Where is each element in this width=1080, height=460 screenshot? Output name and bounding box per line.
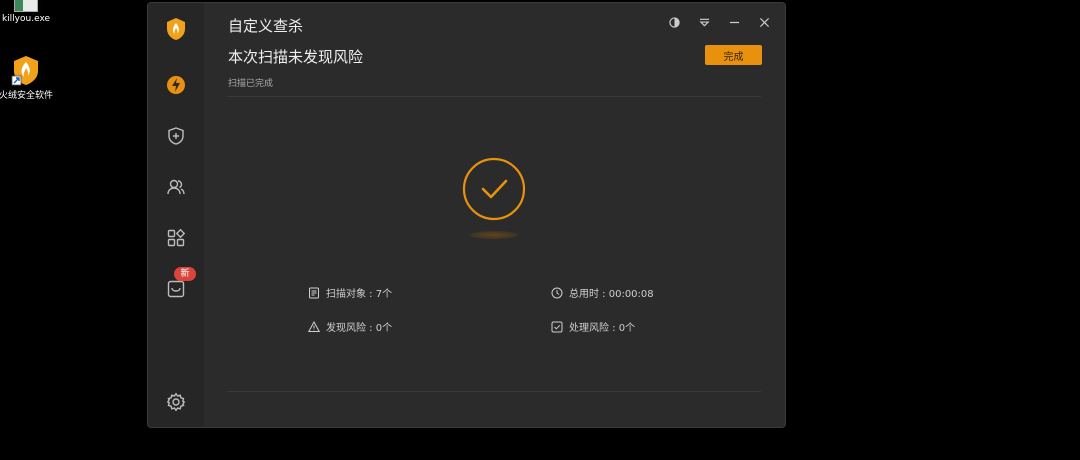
stat-label: 扫描对象 : 7个 xyxy=(326,289,393,300)
stat-label: 发现风险 : 0个 xyxy=(326,323,393,334)
clock-icon xyxy=(551,287,563,298)
divider xyxy=(228,96,761,97)
check-shadow xyxy=(470,231,518,239)
stat-scan-objects: 扫描对象 : 7个 xyxy=(308,285,392,300)
checkbox-icon xyxy=(551,321,563,332)
apps-icon[interactable] xyxy=(164,226,188,250)
app-window: 新 自定义查杀 本次扫描未发现风险 完成 扫描已完成 扫描对象: 7个 总用时… xyxy=(147,2,786,428)
logo-icon xyxy=(164,17,188,41)
huorong-app-icon xyxy=(11,54,41,86)
window-title: 自定义查杀 xyxy=(228,17,304,35)
sidebar: 新 xyxy=(148,3,204,427)
window-controls xyxy=(667,15,771,29)
desktop-icon-huorong[interactable]: 火绒安全软件 xyxy=(0,54,58,101)
theme-toggle-icon[interactable] xyxy=(667,15,681,29)
gear-icon[interactable] xyxy=(164,390,188,414)
scan-status: 扫描已完成 xyxy=(228,79,274,89)
close-icon[interactable] xyxy=(757,15,771,29)
shield-plus-icon[interactable] xyxy=(164,124,188,148)
warning-icon xyxy=(308,320,320,332)
desktop-icon-killyou[interactable]: killyou.exe xyxy=(0,0,58,24)
users-icon[interactable] xyxy=(164,175,188,199)
success-check-icon xyxy=(461,156,527,222)
stat-risks-handled: 处理风险 : 0个 xyxy=(551,319,635,334)
result-headline: 本次扫描未发现风险 xyxy=(228,48,364,66)
exe-file-icon xyxy=(14,0,38,12)
stat-total-time: 总用时 : 00:00:08 xyxy=(551,285,654,300)
main-panel: 自定义查杀 本次扫描未发现风险 完成 扫描已完成 扫描对象: 7个 总用时:… xyxy=(204,3,785,427)
done-button[interactable]: 完成 xyxy=(705,45,762,65)
minimize-icon[interactable] xyxy=(727,15,741,29)
bottom-divider xyxy=(228,391,761,392)
desktop-icon-label: killyou.exe xyxy=(1,14,51,24)
document-icon xyxy=(309,287,319,298)
desktop-icon-label: 火绒安全软件 xyxy=(0,91,53,101)
lightning-icon[interactable] xyxy=(164,73,188,97)
stat-risks-found: 发现风险 : 0个 xyxy=(308,319,392,334)
stat-label: 处理风险 : 0个 xyxy=(569,323,636,334)
stat-label: 总用时 : 00:00:08 xyxy=(569,289,654,300)
new-badge: 新 xyxy=(174,267,196,281)
menu-icon[interactable] xyxy=(697,15,711,29)
